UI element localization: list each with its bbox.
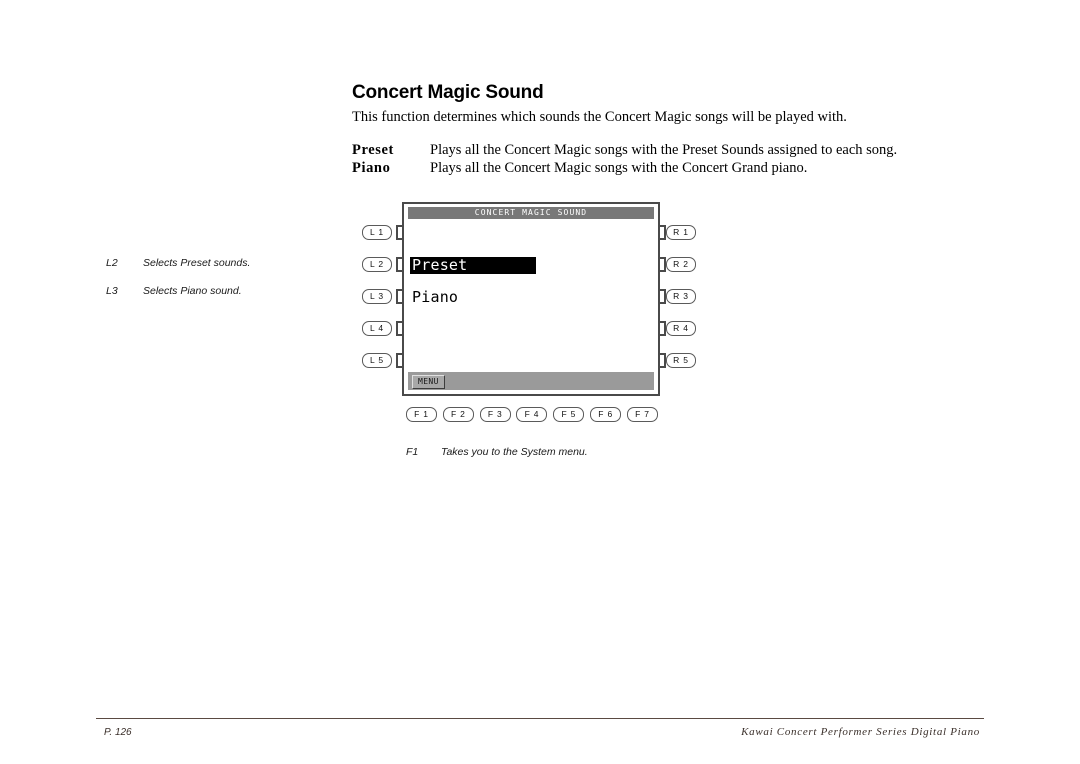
function-button-label: F 6: [598, 409, 613, 420]
annotation-key: L3: [106, 285, 118, 297]
left-button-label: L 5: [370, 355, 384, 366]
right-button-r5[interactable]: R 5: [666, 353, 696, 368]
annotation-key: F1: [406, 446, 419, 458]
annotation-text: Takes you to the System menu.: [441, 446, 588, 458]
annotation-key: L2: [106, 257, 118, 269]
function-button-label: F 5: [561, 409, 577, 420]
lcd-option-piano[interactable]: Piano: [410, 289, 458, 306]
lcd-option-preset[interactable]: Preset: [410, 257, 536, 274]
left-button-l1[interactable]: L 1: [362, 225, 392, 240]
right-button-r4[interactable]: R 4: [666, 321, 696, 336]
right-button-label: R 2: [673, 259, 689, 270]
right-button-r1[interactable]: R 1: [666, 225, 696, 240]
option-definition-piano: Piano Plays all the Concert Magic songs w…: [352, 160, 807, 177]
option-definition-preset: Preset Plays all the Concert Magic songs …: [352, 142, 897, 159]
lcd-menu-softkey[interactable]: MENU: [412, 375, 445, 389]
option-term: Preset: [352, 142, 394, 158]
right-button-label: R 3: [673, 291, 689, 302]
option-description: Plays all the Concert Magic songs with t…: [430, 160, 808, 176]
left-button-label: L 3: [370, 291, 384, 302]
left-button-label: L 4: [370, 323, 384, 334]
lcd-title-text: CONCERT MAGIC SOUND: [474, 208, 588, 217]
footer-divider: [96, 718, 984, 719]
function-button-f7[interactable]: F 7: [626, 407, 658, 422]
annotation-l3: L3 Selects Piano sound.: [106, 285, 242, 297]
function-button-f3[interactable]: F 3: [479, 407, 511, 422]
lcd-bottom-bar: MENU: [408, 372, 654, 390]
function-button-label: F 7: [635, 409, 650, 420]
function-button-f1[interactable]: F 1: [406, 407, 437, 422]
option-term: Piano: [352, 160, 391, 176]
page-title: Concert Magic Sound: [352, 82, 544, 103]
right-button-r3[interactable]: R 3: [666, 289, 696, 304]
left-button-l3[interactable]: L 3: [362, 289, 392, 304]
function-button-label: F 2: [450, 409, 466, 420]
annotation-f1: F1 Takes you to the System menu.: [406, 446, 588, 458]
right-button-r2[interactable]: R 2: [666, 257, 696, 272]
left-button-label: L 2: [370, 259, 384, 270]
right-button-label: R 4: [673, 323, 689, 334]
function-button-row: F 1 F 2 F 3 F 4 F 5 F 6 F 7: [406, 407, 658, 422]
function-button-f5[interactable]: F 5: [553, 407, 585, 422]
annotation-text: Selects Preset sounds.: [143, 257, 251, 269]
right-button-label: R 1: [673, 227, 689, 238]
left-button-l4[interactable]: L 4: [362, 321, 392, 336]
function-button-f6[interactable]: F 6: [590, 407, 622, 422]
lcd-menu-softkey-label: MENU: [418, 377, 439, 386]
left-button-l5[interactable]: L 5: [362, 353, 392, 368]
lcd-option-label: Preset: [412, 256, 468, 274]
function-button-f2[interactable]: F 2: [442, 407, 474, 422]
lcd-inner-area: CONCERT MAGIC SOUND Preset Piano MENU: [404, 204, 658, 394]
function-button-label: F 1: [414, 409, 429, 420]
footer-product-name: Kawai Concert Performer Series Digital P…: [741, 726, 980, 738]
lcd-option-label: Piano: [412, 288, 459, 306]
device-panel-illustration: L 1 L 2 L 3 L 4 L 5 R 1 R 2 R 3 R 4 R 5 …: [362, 202, 696, 432]
right-button-label: R 5: [673, 355, 689, 366]
annotation-text: Selects Piano sound.: [143, 285, 242, 297]
footer-page-number: P. 126: [104, 727, 132, 738]
lcd-screen: CONCERT MAGIC SOUND Preset Piano MENU: [402, 202, 660, 396]
lcd-title-bar: CONCERT MAGIC SOUND: [408, 207, 654, 219]
intro-paragraph: This function determines which sounds th…: [352, 109, 847, 125]
function-button-label: F 3: [487, 409, 503, 420]
left-button-label: L 1: [370, 227, 384, 238]
left-button-l2[interactable]: L 2: [362, 257, 392, 272]
annotation-l2: L2 Selects Preset sounds.: [106, 257, 250, 269]
function-button-label: F 4: [524, 409, 540, 420]
function-button-f4[interactable]: F 4: [516, 407, 548, 422]
option-description: Plays all the Concert Magic songs with t…: [430, 142, 898, 158]
